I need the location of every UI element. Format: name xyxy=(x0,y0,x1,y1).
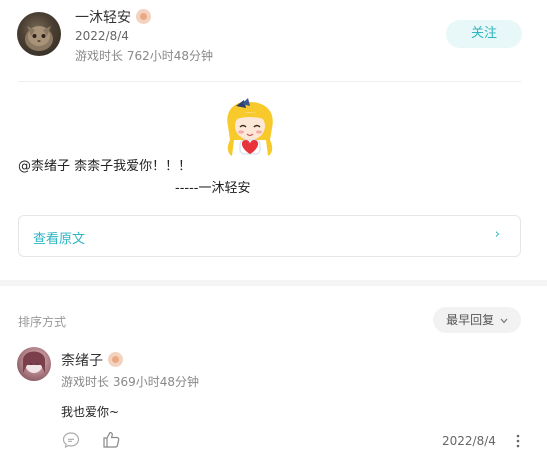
follow-button[interactable]: 关注 xyxy=(446,20,522,48)
post-date: 2022/8/4 xyxy=(75,29,129,43)
post-body-line-2: -----一沐轻安 xyxy=(175,181,251,196)
author-avatar[interactable] xyxy=(17,12,61,56)
author-play-time: 游戏时长 762小时48分钟 xyxy=(75,49,213,63)
author-header: 一沐轻安 xyxy=(75,7,151,27)
commenter-play-time: 游戏时长 369小时48分钟 xyxy=(61,375,199,389)
sort-value: 最早回复 xyxy=(446,313,495,327)
commenter-avatar[interactable] xyxy=(17,347,51,381)
sort-dropdown[interactable]: 最早回复 xyxy=(433,307,521,333)
comment-text: 我也爱你~ xyxy=(61,405,120,419)
more-vertical-icon[interactable] xyxy=(514,433,522,453)
thumbs-up-icon[interactable] xyxy=(102,430,121,453)
view-original-label: 查看原文 xyxy=(33,232,86,247)
view-original-card[interactable]: 查看原文 › xyxy=(18,215,521,257)
comment-header: 柰绪子 xyxy=(61,350,123,370)
comment-date: 2022/8/4 xyxy=(442,434,496,448)
level-badge-icon xyxy=(108,352,123,367)
chevron-right-icon: › xyxy=(494,227,500,242)
author-name[interactable]: 一沐轻安 xyxy=(75,10,131,26)
comment-bubble-icon[interactable] xyxy=(62,431,80,453)
commenter-name[interactable]: 柰绪子 xyxy=(61,353,103,369)
post-body-line-1: @柰绪子 柰柰子我爱你！！！ xyxy=(18,159,192,174)
cat-avatar-image xyxy=(25,26,53,51)
section-separator xyxy=(0,280,547,286)
divider xyxy=(18,81,521,82)
commenter-avatar-image xyxy=(23,351,45,373)
chevron-down-icon xyxy=(500,318,508,323)
level-badge-icon xyxy=(136,9,151,24)
sort-label: 排序方式 xyxy=(18,315,67,329)
anime-girl-heart-sticker xyxy=(218,96,282,160)
